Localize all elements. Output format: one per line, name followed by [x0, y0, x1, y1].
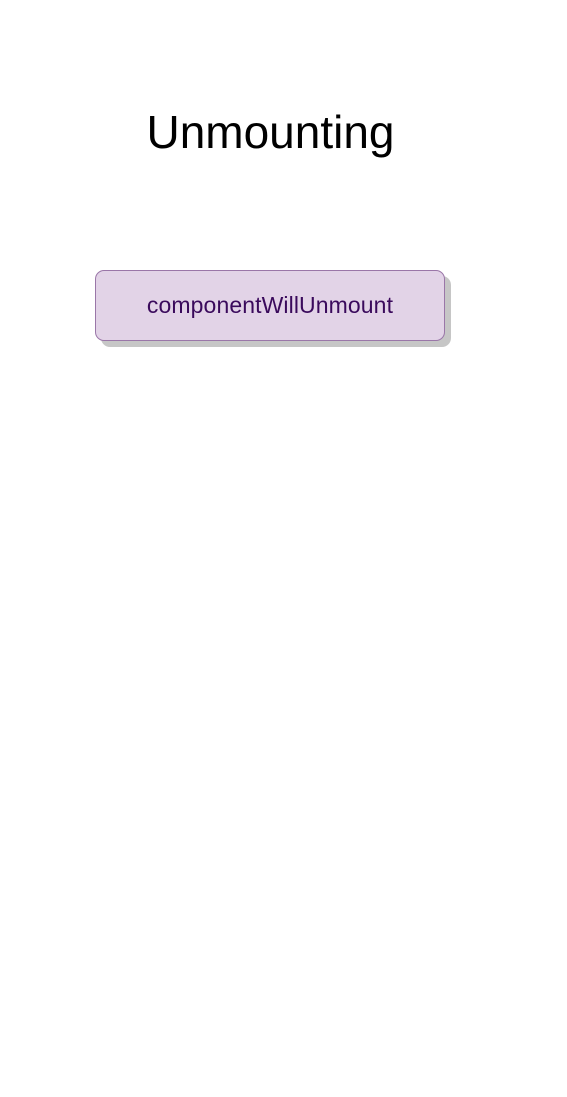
lifecycle-method-node: componentWillUnmount: [95, 270, 445, 341]
phase-title: Unmounting: [146, 106, 395, 158]
lifecycle-method-label: componentWillUnmount: [146, 292, 394, 318]
